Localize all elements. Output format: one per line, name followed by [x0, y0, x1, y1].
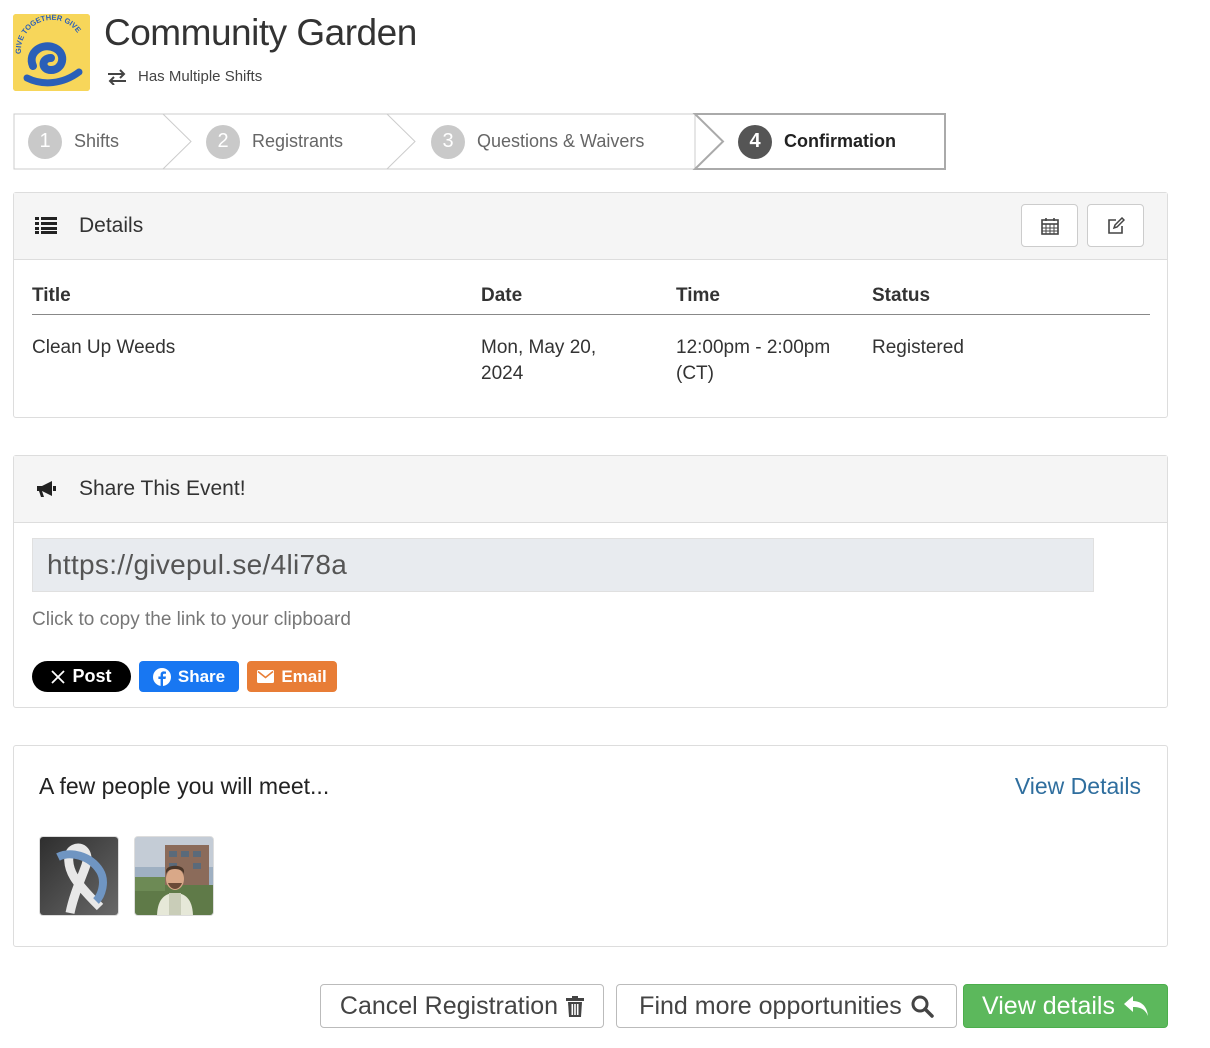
avatar[interactable]	[134, 836, 214, 916]
email-share-button[interactable]: Email	[247, 661, 337, 692]
column-header-date: Date	[481, 281, 676, 315]
x-post-label: Post	[72, 666, 112, 686]
step-shifts[interactable]: 1 Shifts	[28, 113, 119, 170]
list-icon	[35, 216, 57, 236]
share-header: Share This Event!	[14, 456, 1167, 523]
step-label: Confirmation	[784, 131, 896, 151]
x-logo-icon	[51, 669, 66, 684]
details-panel: Details Title Date Time Status Clean Up …	[13, 192, 1168, 418]
shift-note: Has Multiple Shifts	[106, 68, 262, 85]
shift-details-table: Title Date Time Status Clean Up Weeds Mo…	[32, 281, 1150, 387]
view-details-label: View details	[982, 991, 1115, 1020]
step-number: 1	[28, 124, 62, 159]
step-confirmation: 4 Confirmation	[738, 113, 896, 170]
step-number: 3	[431, 124, 465, 159]
facebook-share-label: Share	[177, 666, 226, 686]
details-heading: Details	[79, 214, 144, 237]
search-icon	[911, 995, 934, 1018]
shift-title: Clean Up Weeds	[32, 337, 176, 358]
share-heading: Share This Event!	[79, 477, 246, 500]
copy-hint: Click to copy the link to your clipboard	[32, 609, 351, 630]
cancel-registration-button[interactable]: Cancel Registration	[320, 984, 604, 1028]
x-post-button[interactable]: Post	[32, 661, 131, 692]
shift-status: Registered	[872, 337, 964, 358]
avatar[interactable]	[39, 836, 119, 916]
envelope-icon	[257, 670, 275, 683]
find-opportunities-button[interactable]: Find more opportunities	[616, 984, 957, 1028]
megaphone-icon	[35, 479, 57, 499]
step-number: 2	[206, 124, 240, 159]
shift-note-label: Has Multiple Shifts	[138, 68, 263, 85]
organization-logo: GIVE TOGETHER GIVE	[13, 14, 90, 91]
step-label: Shifts	[74, 131, 120, 151]
people-heading: A few people you will meet...	[39, 773, 330, 799]
reply-arrow-icon	[1123, 996, 1148, 1016]
people-panel: A few people you will meet... View Detai…	[13, 745, 1168, 947]
column-header-status: Status	[872, 281, 1150, 315]
facebook-icon	[152, 667, 171, 686]
calendar-icon	[1040, 217, 1059, 235]
step-number: 4	[738, 124, 772, 159]
shift-date: Mon, May 20, 2024	[481, 337, 597, 384]
view-details-link[interactable]: View Details	[1015, 773, 1141, 800]
share-panel: Share This Event! https://givepul.se/4li…	[13, 455, 1168, 708]
step-registrants[interactable]: 2 Registrants	[206, 113, 343, 170]
event-title: Community Garden	[104, 12, 417, 53]
view-details-button[interactable]: View details	[963, 984, 1168, 1028]
shift-time: 12:00pm - 2:00pm (CT)	[676, 337, 831, 384]
trash-icon	[566, 995, 585, 1017]
exchange-icon	[108, 68, 126, 85]
edit-registration-button[interactable]	[1087, 204, 1144, 247]
column-header-title: Title	[32, 281, 481, 315]
find-opportunities-label: Find more opportunities	[639, 991, 902, 1020]
details-header: Details	[14, 193, 1167, 260]
cancel-registration-label: Cancel Registration	[339, 991, 559, 1020]
facebook-share-button[interactable]: Share	[139, 661, 239, 692]
add-to-calendar-button[interactable]	[1021, 204, 1078, 247]
email-share-label: Email	[281, 666, 327, 686]
edit-icon	[1107, 216, 1125, 234]
table-row: Clean Up Weeds Mon, May 20, 2024 12:00pm …	[32, 315, 1150, 388]
registration-stepper: 1 Shifts 2 Registrants 3 Questions & Wai…	[13, 113, 947, 170]
share-link-field[interactable]: https://givepul.se/4li78a	[32, 538, 1094, 592]
step-label: Questions & Waivers	[477, 131, 645, 151]
step-questions-waivers[interactable]: 3 Questions & Waivers	[431, 113, 644, 170]
column-header-time: Time	[676, 281, 872, 315]
step-label: Registrants	[252, 131, 344, 151]
